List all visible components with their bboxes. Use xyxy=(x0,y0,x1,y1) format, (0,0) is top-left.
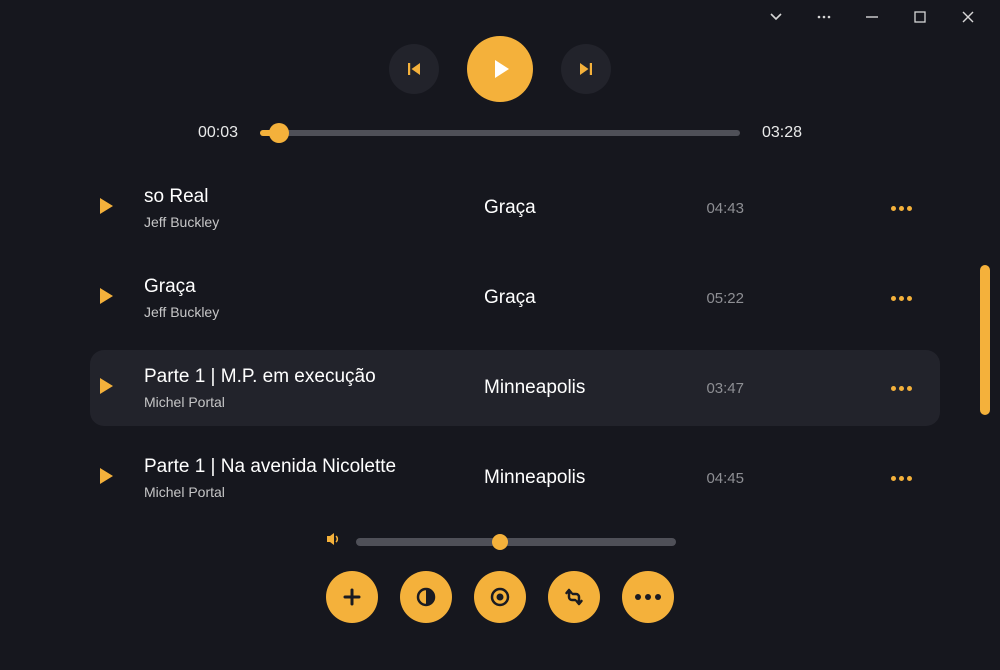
previous-button[interactable] xyxy=(389,44,439,94)
volume-row xyxy=(0,530,1000,553)
next-button[interactable] xyxy=(561,44,611,94)
track-album: Graça xyxy=(484,287,674,309)
play-icon[interactable] xyxy=(96,376,118,401)
track-row[interactable]: so Real Jeff Buckley Graça 04:43 xyxy=(96,170,940,246)
track-artist: Jeff Buckley xyxy=(144,304,484,320)
play-icon[interactable] xyxy=(96,196,118,221)
track-artist: Jeff Buckley xyxy=(144,214,484,230)
seek-thumb[interactable] xyxy=(269,123,289,143)
track-more-button[interactable] xyxy=(744,476,912,481)
track-more-button[interactable] xyxy=(744,206,912,211)
track-title-col: so Real Jeff Buckley xyxy=(144,186,484,230)
track-duration: 04:45 xyxy=(674,470,744,487)
play-button[interactable] xyxy=(467,36,533,102)
track-title-col: Graça Jeff Buckley xyxy=(144,276,484,320)
track-duration: 04:43 xyxy=(674,200,744,217)
track-title: so Real xyxy=(144,186,484,208)
volume-icon[interactable] xyxy=(324,530,342,553)
track-title-col: Parte 1 | M.P. em execução Michel Portal xyxy=(144,366,484,410)
playlist: so Real Jeff Buckley Graça 04:43 Graça J… xyxy=(96,170,940,516)
track-more-button[interactable] xyxy=(744,296,912,301)
time-elapsed: 00:03 xyxy=(198,124,238,142)
menu-button[interactable] xyxy=(814,7,834,27)
theme-button[interactable] xyxy=(400,571,452,623)
bottom-actions xyxy=(0,571,1000,623)
record-button[interactable] xyxy=(474,571,526,623)
time-total: 03:28 xyxy=(762,124,802,142)
collapse-button[interactable] xyxy=(766,7,786,27)
add-button[interactable] xyxy=(326,571,378,623)
play-icon[interactable] xyxy=(96,286,118,311)
track-album: Minneapolis xyxy=(484,377,674,399)
track-row[interactable]: Graça Jeff Buckley Graça 05:22 xyxy=(96,260,940,336)
track-album: Graça xyxy=(484,197,674,219)
window-controls xyxy=(766,0,1000,34)
playlist-scrollbar[interactable] xyxy=(980,265,990,415)
minimize-button[interactable] xyxy=(862,7,882,27)
close-button[interactable] xyxy=(958,7,978,27)
track-row[interactable]: Parte 1 | Na avenida Nicolette Michel Po… xyxy=(96,440,940,516)
seek-bar-row: 00:03 03:28 xyxy=(0,124,1000,142)
track-album: Minneapolis xyxy=(484,467,674,489)
track-duration: 03:47 xyxy=(674,380,744,397)
seek-bar[interactable] xyxy=(260,130,740,136)
volume-thumb[interactable] xyxy=(492,534,508,550)
more-button[interactable] xyxy=(622,571,674,623)
maximize-button[interactable] xyxy=(910,7,930,27)
track-title: Graça xyxy=(144,276,484,298)
track-duration: 05:22 xyxy=(674,290,744,307)
track-more-button[interactable] xyxy=(744,386,912,391)
track-artist: Michel Portal xyxy=(144,394,484,410)
volume-slider[interactable] xyxy=(356,538,676,546)
track-row[interactable]: Parte 1 | M.P. em execução Michel Portal… xyxy=(90,350,940,426)
track-title: Parte 1 | Na avenida Nicolette xyxy=(144,456,484,478)
track-title-col: Parte 1 | Na avenida Nicolette Michel Po… xyxy=(144,456,484,500)
track-title: Parte 1 | M.P. em execução xyxy=(144,366,484,388)
track-artist: Michel Portal xyxy=(144,484,484,500)
shuffle-button[interactable] xyxy=(548,571,600,623)
play-icon[interactable] xyxy=(96,466,118,491)
